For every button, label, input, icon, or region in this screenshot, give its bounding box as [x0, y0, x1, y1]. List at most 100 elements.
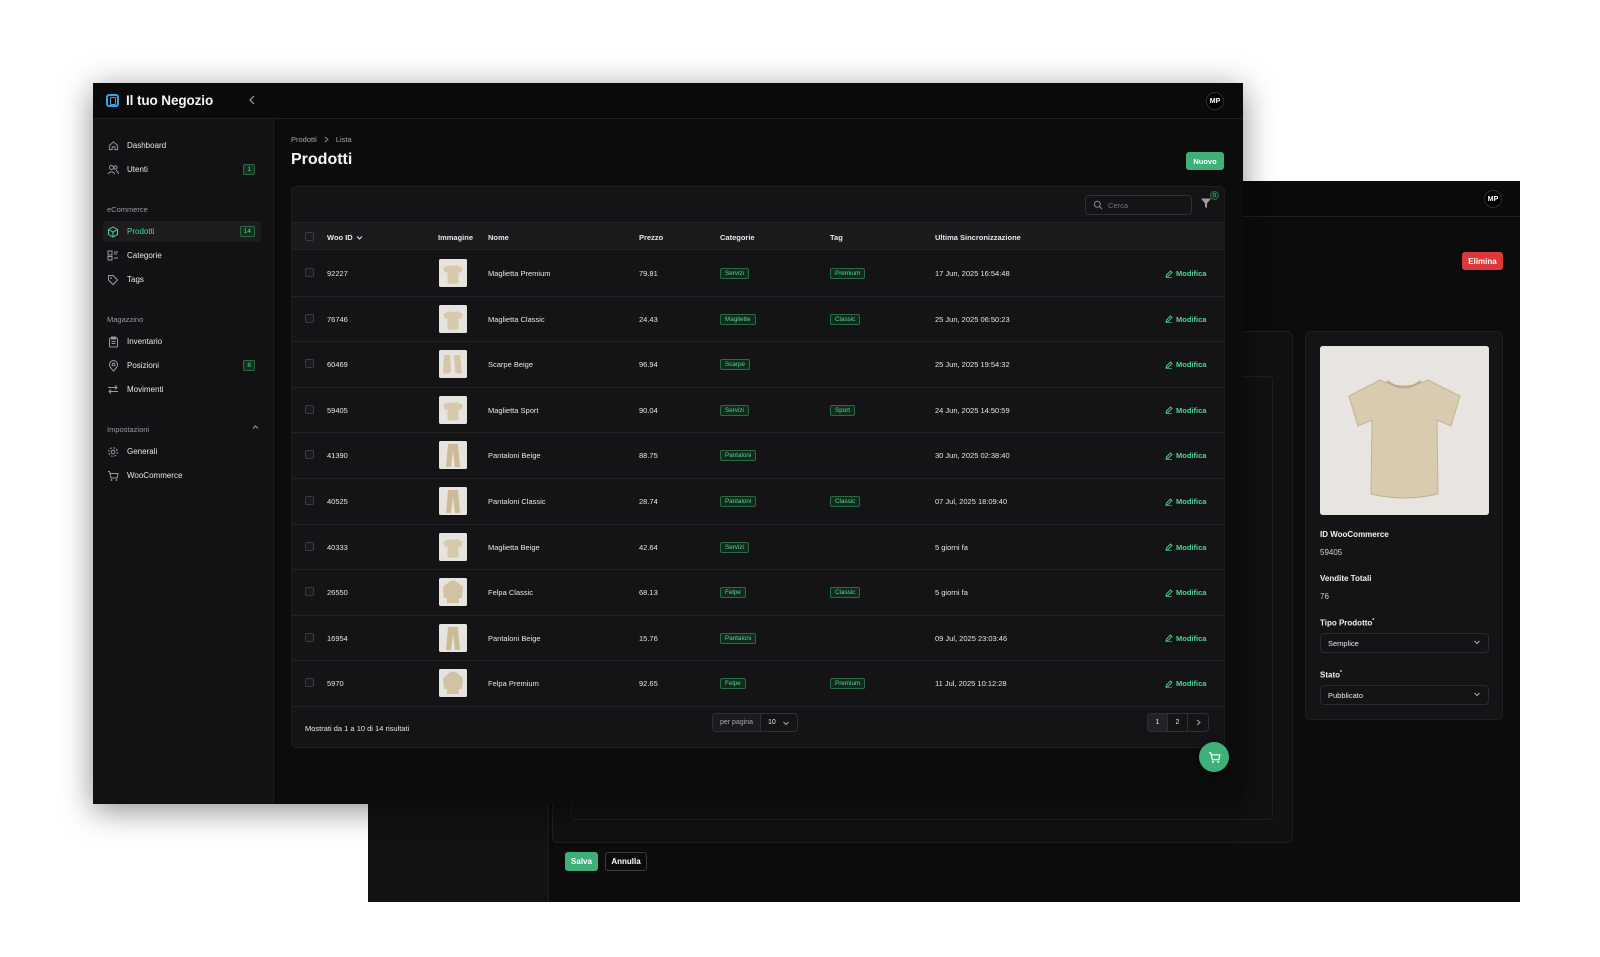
last-sync-cell: 30 Jun, 2025 02:38:40: [935, 451, 1010, 461]
table-row[interactable]: 40525 Pantaloni Classic 28.74 Pantaloni Clas…: [292, 478, 1224, 525]
cart-fab-button[interactable]: [1199, 742, 1229, 772]
save-button[interactable]: Salva: [565, 852, 598, 871]
product-image: [1320, 346, 1489, 515]
tag-badge: Premium: [830, 678, 866, 690]
tag-icon: [107, 274, 119, 286]
select-all-checkbox[interactable]: [305, 232, 314, 241]
woo-id-cell: 59405: [327, 405, 348, 415]
product-name-cell: Felpa Premium: [488, 679, 539, 689]
product-type-select[interactable]: Semplice: [1320, 633, 1489, 653]
search-input[interactable]: Cerca: [1085, 195, 1192, 215]
product-name-cell: Pantaloni Beige: [488, 633, 541, 643]
table-row[interactable]: 41390 Pantaloni Beige 88.75 Pantaloni 30 Jun…: [292, 432, 1224, 479]
table-row[interactable]: 59405 Maglietta Sport 90.04 Servizi Sport 24 …: [292, 387, 1224, 434]
row-checkbox[interactable]: [305, 268, 314, 277]
per-page-select[interactable]: per pagina 10: [712, 713, 798, 732]
breadcrumb-item[interactable]: Prodotti: [291, 135, 317, 144]
delete-button[interactable]: Elimina: [1462, 252, 1503, 270]
category-badge: Servizi: [720, 268, 749, 279]
status-select[interactable]: Pubblicato: [1320, 685, 1489, 705]
next-page-button[interactable]: [1188, 714, 1208, 731]
edit-label: Modifica: [1176, 497, 1207, 506]
woo-id-cell: 16954: [327, 633, 348, 643]
avatar[interactable]: MP: [1206, 92, 1224, 110]
search-placeholder: Cerca: [1108, 200, 1129, 210]
collapse-sidebar-icon[interactable]: [247, 94, 257, 106]
last-sync-cell: 11 Jul, 2025 10:12:28: [935, 679, 1007, 689]
sidebar-item-users[interactable]: Utenti 1: [103, 159, 261, 180]
product-list-window: Il tuo Negozio MP Dashboard Utenti 1 eCo…: [93, 83, 1243, 804]
edit-link[interactable]: Modifica: [1165, 360, 1206, 369]
edit-label: Modifica: [1176, 269, 1207, 278]
edit-link[interactable]: Modifica: [1165, 315, 1206, 324]
column-header-woo-id[interactable]: Woo ID: [327, 233, 363, 242]
new-product-button[interactable]: Nuovo: [1186, 152, 1224, 170]
row-checkbox[interactable]: [305, 541, 314, 551]
row-checkbox[interactable]: [305, 313, 314, 323]
nav-section-title: Impostazioni: [107, 425, 150, 434]
price-cell: 24.43: [639, 314, 658, 324]
edit-icon: [1165, 543, 1173, 551]
last-sync-cell: 25 Jun, 2025 06:50:23: [935, 314, 1010, 324]
edit-label: Modifica: [1176, 405, 1207, 415]
table-row[interactable]: 92227 Maglietta Premium 79.81 Servizi Premiu…: [292, 250, 1224, 297]
sidebar-item-categories[interactable]: Categorie: [103, 245, 261, 266]
edit-label: Modifica: [1176, 451, 1207, 461]
table-row[interactable]: 40333 Maglietta Beige 42.64 Servizi 5 giorni…: [292, 524, 1224, 571]
sidebar-item-label: Generali: [127, 447, 158, 456]
page-button[interactable]: 1: [1148, 714, 1168, 731]
edit-link[interactable]: Modifica: [1165, 588, 1206, 597]
edit-link[interactable]: Modifica: [1165, 679, 1206, 688]
table-row[interactable]: 60469 Scarpe Beige 96.94 Scarpe 25 Jun, 2025…: [292, 341, 1224, 388]
row-checkbox[interactable]: [305, 359, 314, 369]
brand[interactable]: Il tuo Negozio: [106, 93, 213, 108]
nav-section-title: eCommerce: [107, 205, 148, 214]
edit-icon: [1165, 269, 1173, 278]
sidebar-item-dashboard[interactable]: Dashboard: [103, 135, 261, 156]
category-badge: Pantaloni: [720, 496, 757, 507]
avatar[interactable]: MP: [1484, 190, 1502, 208]
row-checkbox[interactable]: [305, 587, 314, 597]
product-name-cell: Pantaloni Classic: [488, 497, 546, 506]
sidebar-item-inventory[interactable]: Inventario: [103, 331, 261, 352]
nav-section-title: Magazzino: [107, 315, 144, 324]
sidebar-item-locations[interactable]: Posizioni 8: [103, 355, 261, 376]
edit-label: Modifica: [1176, 588, 1207, 598]
woo-id-cell: 92227: [327, 269, 348, 278]
sidebar-item-tags[interactable]: Tags: [103, 269, 261, 290]
edit-link[interactable]: Modifica: [1165, 497, 1206, 506]
chevron-up-icon[interactable]: [251, 423, 260, 432]
row-checkbox[interactable]: [305, 404, 314, 414]
product-name-cell: Maglietta Sport: [488, 405, 539, 415]
table-row[interactable]: 5970 Felpa Premium 92.65 Felpe Premium 11 Jul…: [292, 660, 1224, 707]
edit-link[interactable]: Modifica: [1165, 451, 1206, 460]
page-button[interactable]: 2: [1168, 714, 1188, 731]
table-row[interactable]: 16954 Pantaloni Beige 15.76 Pantaloni 09 Jul…: [292, 615, 1224, 662]
sidebar-item-woocommerce[interactable]: WooCommerce: [103, 465, 261, 486]
edit-link[interactable]: Modifica: [1165, 634, 1206, 643]
row-checkbox[interactable]: [305, 450, 314, 460]
last-sync-cell: 5 giorni fa: [935, 588, 968, 598]
chevron-down-icon: [1474, 692, 1480, 697]
edit-label: Modifica: [1176, 633, 1207, 643]
row-checkbox[interactable]: [305, 632, 314, 642]
sidebar-item-general[interactable]: Generali: [103, 441, 261, 462]
filter-icon[interactable]: [1200, 197, 1212, 209]
breadcrumb-item: Lista: [335, 135, 352, 144]
row-checkbox[interactable]: [305, 678, 314, 688]
woo-id-value: 59405: [1320, 548, 1343, 557]
cancel-button[interactable]: Annulla: [605, 852, 647, 871]
column-header-categories: Categorie: [720, 233, 755, 242]
edit-link[interactable]: Modifica: [1165, 269, 1206, 278]
pagination: 1 2: [1147, 713, 1209, 732]
edit-link[interactable]: Modifica: [1165, 543, 1206, 552]
row-checkbox[interactable]: [305, 496, 314, 505]
sidebar-item-movements[interactable]: Movimenti: [103, 379, 261, 400]
price-cell: 88.75: [639, 451, 658, 461]
table-row[interactable]: 76746 Maglietta Classic 24.43 Magliette Clas…: [292, 296, 1224, 343]
brand-name: Il tuo Negozio: [126, 93, 214, 108]
product-name-cell: Maglietta Beige: [488, 542, 540, 552]
edit-link[interactable]: Modifica: [1165, 406, 1206, 415]
table-row[interactable]: 26550 Felpa Classic 68.13 Felpe Classic 5 gio…: [292, 569, 1224, 616]
sidebar-item-products[interactable]: Prodotti 14: [103, 221, 261, 242]
